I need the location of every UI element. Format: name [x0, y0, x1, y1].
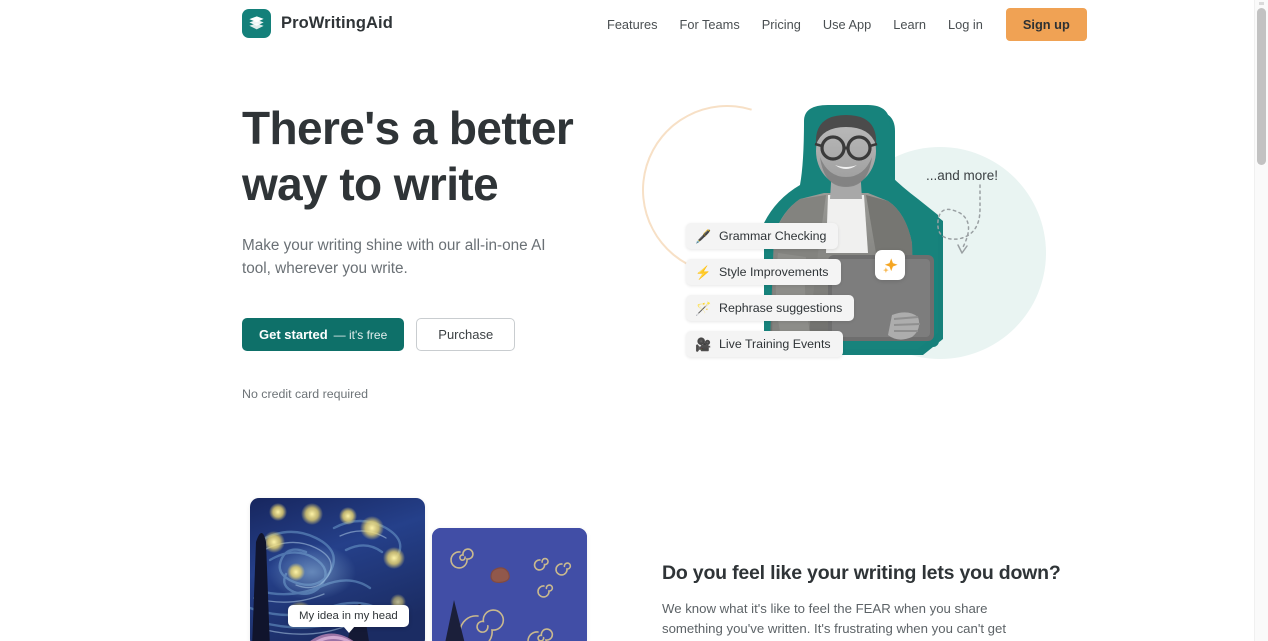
prowritingaid-book-logo-icon [242, 9, 271, 38]
magic-wand-icon: 🪄 [695, 300, 712, 316]
get-started-button[interactable]: Get started — it's free [242, 318, 405, 351]
page-title: There's a better way to write [242, 100, 642, 212]
hero-title-line-2: way to write [242, 158, 499, 210]
fountain-pen-icon: 🖋️ [695, 228, 712, 244]
hero-cta-row: Get started — it's free Purchase [242, 318, 642, 351]
chip-rephrase-suggestions[interactable]: 🪄 Rephrase suggestions [686, 295, 855, 321]
chip-style-improvements[interactable]: ⚡ Style Improvements [686, 259, 841, 285]
writing-lets-you-down-section: My idea in my head Do you feel like your… [0, 470, 1254, 641]
page-scrollbar[interactable] [1254, 0, 1268, 641]
feature-chip-list: 🖋️ Grammar Checking ⚡ Style Improvements… [686, 223, 855, 367]
sign-up-button[interactable]: Sign up [1005, 7, 1087, 41]
chip-label: Style Improvements [719, 265, 829, 279]
dotted-curve-arrow-icon [937, 184, 981, 254]
chip-label: Live Training Events [719, 337, 831, 351]
scrollbar-top-cap [1259, 2, 1264, 5]
main-navigation: Features For Teams Pricing Use App Learn… [596, 0, 1087, 48]
nav-item-use-app[interactable]: Use App [812, 11, 882, 38]
chip-live-training-events[interactable]: 🎥 Live Training Events [686, 331, 843, 357]
chip-label: Grammar Checking [719, 229, 827, 243]
get-started-free-suffix: — it's free [333, 327, 388, 342]
scrollbar-thumb[interactable] [1257, 8, 1266, 165]
doodle-drawing-card [432, 528, 587, 641]
section2-copy: Do you feel like your writing lets you d… [662, 562, 1061, 641]
hero-section: There's a better way to write Make your … [0, 0, 1254, 470]
brand-logo-link[interactable]: ProWritingAid [242, 9, 393, 38]
hero-subtitle: Make your writing shine with our all-in-… [242, 237, 546, 277]
get-started-label: Get started [259, 327, 328, 342]
video-camera-icon: 🎥 [695, 336, 712, 352]
nav-item-features[interactable]: Features [596, 11, 669, 38]
hero-illustration: ...and more! 🖋️ Grammar Checking ⚡ Style… [612, 75, 1048, 395]
site-header: ProWritingAid Features For Teams Pricing… [0, 0, 1254, 48]
chip-label: Rephrase suggestions [719, 301, 843, 315]
brand-name: ProWritingAid [281, 14, 393, 32]
nav-item-pricing[interactable]: Pricing [751, 11, 812, 38]
nav-item-for-teams[interactable]: For Teams [669, 11, 751, 38]
hero-title-line-1: There's a better [242, 102, 574, 154]
section2-body: We know what it's like to feel the FEAR … [662, 601, 1007, 641]
section2-title: Do you feel like your writing lets you d… [662, 562, 1061, 584]
no-credit-card-note: No credit card required [242, 387, 369, 401]
hero-copy: There's a better way to write Make your … [242, 100, 642, 401]
lightning-bolt-icon: ⚡ [695, 264, 712, 280]
idea-vs-reality-artwork: My idea in my head [242, 495, 602, 641]
nav-item-learn[interactable]: Learn [882, 11, 937, 38]
purchase-button[interactable]: Purchase [416, 318, 516, 351]
idea-tooltip: My idea in my head [288, 605, 409, 633]
landing-page: ProWritingAid Features For Teams Pricing… [0, 0, 1268, 641]
chip-grammar-checking[interactable]: 🖋️ Grammar Checking [686, 223, 839, 249]
sparkles-icon [875, 250, 905, 280]
and-more-annotation: ...and more! [926, 168, 999, 183]
nav-item-log-in[interactable]: Log in [937, 11, 994, 38]
